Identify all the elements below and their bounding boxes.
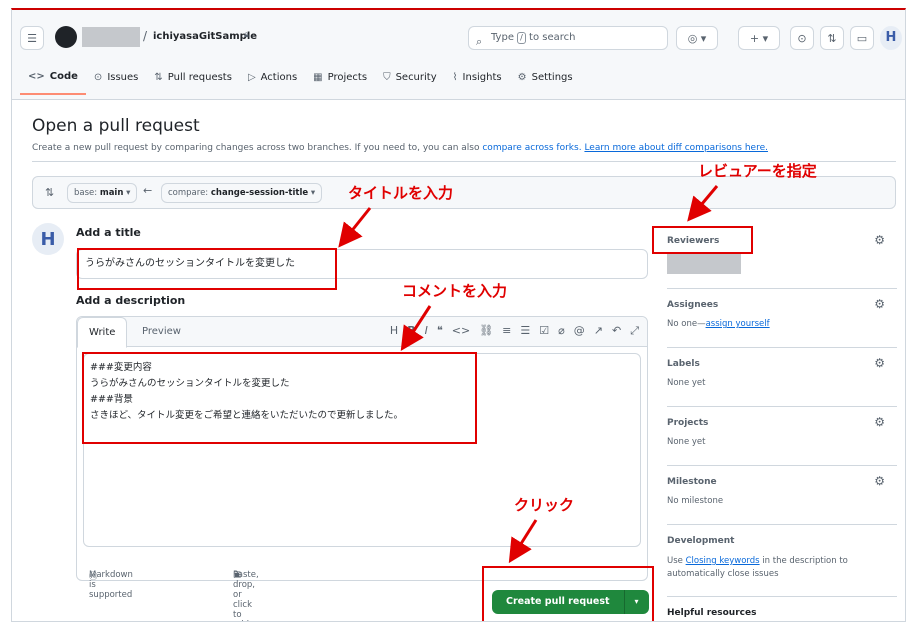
reviewer-arrow (687, 185, 719, 222)
browser-frame: ☰ / ichiyasaGitSample 🔒︎ ⌕ Type / to sea… (11, 8, 906, 622)
title-arrow (338, 207, 372, 248)
click-arrow (508, 519, 538, 564)
annotation-arrows (338, 185, 719, 564)
comment-arrow (400, 305, 432, 352)
